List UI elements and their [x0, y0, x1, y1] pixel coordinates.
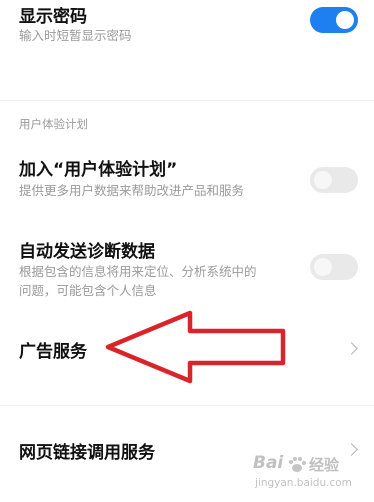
- paw-icon: [289, 457, 306, 472]
- watermark-url: jingyan.baidu.com: [255, 477, 352, 489]
- watermark-logo-text2: 经验: [309, 456, 340, 474]
- red-arrow-annotation: [105, 310, 286, 384]
- watermark-logo-text: Bai: [253, 453, 284, 473]
- watermark: Bai 经验 jingyan.baidu.com: [253, 453, 371, 497]
